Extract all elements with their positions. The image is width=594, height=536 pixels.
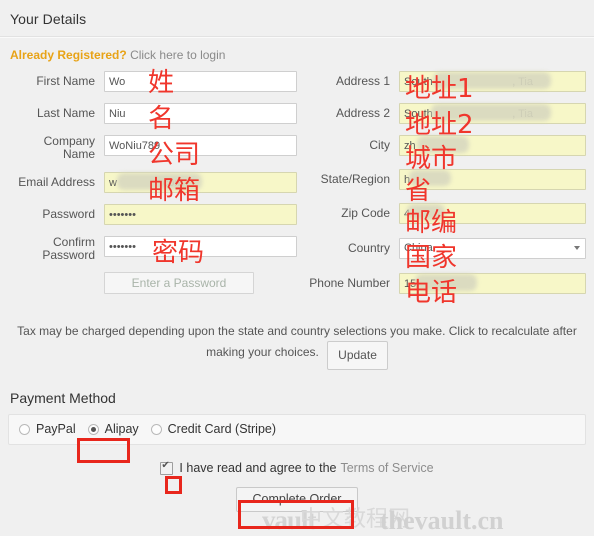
input-first-name[interactable] [104, 71, 297, 92]
details-form: First Name Last Name CompanyName Email A… [0, 71, 594, 305]
heading-divider [0, 36, 594, 38]
input-phone-number[interactable] [399, 273, 586, 294]
already-registered-line: Already Registered? Click here to login [0, 48, 594, 71]
input-last-name[interactable] [104, 103, 297, 124]
field-row-country: Country China [303, 238, 586, 260]
left-column: First Name Last Name CompanyName Email A… [8, 71, 297, 305]
field-row-phone-number: Phone Number [303, 273, 586, 295]
radio-credit-card[interactable] [150, 423, 162, 435]
right-column: Address 1 Address 2 City State/Region [297, 71, 586, 305]
label-company-name: Company Name [43, 134, 95, 161]
update-button[interactable]: Update [327, 341, 388, 370]
payment-method-options: PayPal Alipay Credit Card (Stripe) [8, 414, 586, 445]
login-link[interactable]: Click here to login [130, 48, 225, 62]
radio-alipay[interactable] [87, 423, 99, 435]
field-row-password: Password [8, 204, 297, 226]
agree-terms-text: I have read and agree to the [179, 461, 337, 475]
label-country: Country [347, 241, 390, 255]
tax-note-text: Tax may be charged depending upon the st… [17, 324, 577, 359]
enter-a-password-button[interactable]: Enter a Password [104, 272, 254, 294]
payment-option-paypal[interactable]: PayPal [19, 422, 76, 436]
checkbox-agree-terms[interactable] [160, 459, 174, 475]
already-registered-label: Already Registered? [10, 48, 127, 62]
input-city[interactable] [399, 135, 586, 156]
field-row-city: City [303, 135, 586, 157]
label-email-address: Email Address [18, 175, 95, 189]
field-row-address-1: Address 1 [303, 71, 586, 93]
input-company-name[interactable] [104, 135, 297, 156]
input-address-1[interactable] [399, 71, 586, 92]
payment-option-paypal-label: PayPal [36, 422, 76, 436]
field-row-first-name: First Name [8, 71, 297, 93]
input-email-address[interactable] [104, 172, 297, 193]
label-city: City [369, 138, 390, 152]
input-confirm-password[interactable] [104, 236, 297, 257]
field-row-company-name: Company Name [8, 135, 297, 161]
payment-method-heading: Payment Method [10, 390, 116, 406]
payment-option-alipay-label: Alipay [104, 422, 139, 436]
label-state-region: State/Region [320, 172, 390, 186]
payment-option-credit-card[interactable]: Credit Card (Stripe) [150, 422, 277, 436]
label-password-hint-spacer [8, 272, 104, 276]
complete-order-button[interactable]: Complete Order [235, 487, 359, 512]
input-address-2[interactable] [399, 103, 586, 124]
field-row-address-2: Address 2 [303, 103, 586, 125]
label-password: Password [42, 207, 95, 221]
field-row-zip-code: Zip Code [303, 203, 586, 225]
input-password[interactable] [104, 204, 297, 225]
payment-option-credit-card-label: Credit Card (Stripe) [167, 422, 277, 436]
field-row-state-region: State/Region [303, 169, 586, 191]
input-zip-code[interactable] [399, 203, 586, 224]
submit-row: Complete Order [0, 487, 594, 512]
label-confirm-password: Confirm Password [42, 235, 95, 262]
label-zip-code: Zip Code [341, 206, 390, 220]
terms-agreement-row: I have read and agree to the Terms of Se… [0, 459, 594, 475]
field-row-confirm-password: Confirm Password [8, 236, 297, 262]
payment-option-alipay[interactable]: Alipay [87, 422, 139, 436]
field-row-email-address: Email Address [8, 172, 297, 194]
field-row-password-hint: Enter a Password [8, 272, 297, 294]
input-state-region[interactable] [399, 169, 586, 190]
your-details-heading: Your Details [10, 11, 87, 27]
terms-of-service-link[interactable]: Terms of Service [340, 461, 433, 475]
label-address-1: Address 1 [335, 74, 390, 88]
chevron-down-icon [574, 246, 580, 250]
label-last-name: Last Name [36, 106, 95, 120]
tax-note: Tax may be charged depending upon the st… [0, 305, 594, 374]
field-row-last-name: Last Name [8, 103, 297, 125]
country-value: China [404, 242, 433, 254]
label-first-name: First Name [36, 74, 95, 88]
label-address-2: Address 2 [335, 106, 390, 120]
radio-paypal[interactable] [19, 423, 30, 435]
label-phone-number: Phone Number [309, 276, 390, 290]
select-country[interactable]: China [399, 238, 586, 259]
